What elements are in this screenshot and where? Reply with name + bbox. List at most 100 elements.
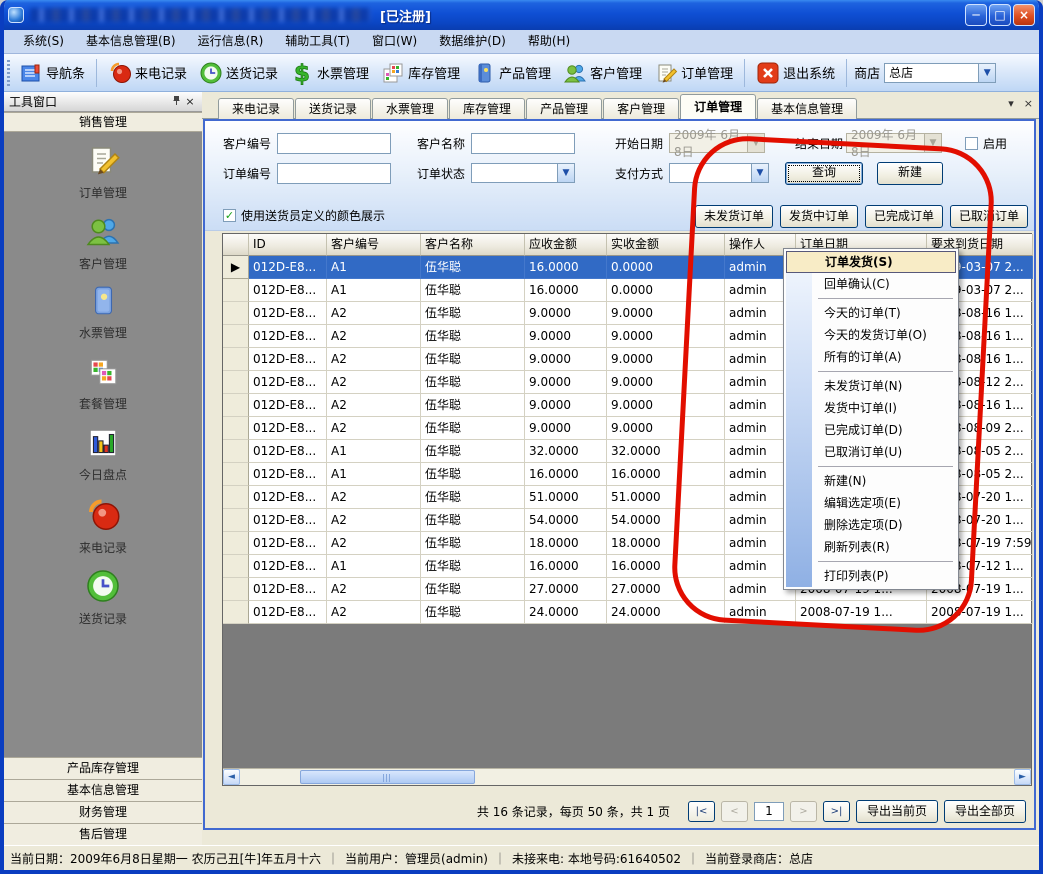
column-header[interactable]: 应收金额 [525,234,607,256]
customer-name-input[interactable] [471,133,575,154]
sidebar-group-button[interactable]: 产品库存管理 [4,757,202,779]
tab-item[interactable]: 送货记录 [295,98,371,119]
toolbar-button-orders[interactable]: 订单管理 [648,59,739,87]
column-header[interactable]: 实收金额 [607,234,725,256]
menubar-item[interactable]: 数据维护(D) [428,30,517,53]
tab-item[interactable]: 客户管理 [603,98,679,119]
row-selector[interactable] [223,601,249,624]
row-selector[interactable] [223,279,249,302]
row-selector[interactable] [223,302,249,325]
sidebar-item-call-log[interactable]: 来电记录 [43,497,163,559]
maximize-button[interactable]: □ [989,4,1011,26]
column-header[interactable]: 客户编号 [327,234,421,256]
sidebar-item-orders[interactable]: 订单管理 [43,142,163,204]
pay-method-select[interactable]: ▼ [669,163,769,183]
row-selector[interactable] [223,555,249,578]
tab-item[interactable]: 产品管理 [526,98,602,119]
sidebar-item-customers[interactable]: 客户管理 [43,213,163,275]
horizontal-scrollbar[interactable]: ◄ ► [223,768,1031,785]
row-selector[interactable] [223,348,249,371]
context-menu-item[interactable]: 删除选定项(D) [786,514,956,536]
tab-item[interactable]: 库存管理 [449,98,525,119]
minimize-button[interactable]: ─ [965,4,987,26]
sidebar-group-button[interactable]: 财务管理 [4,801,202,823]
context-menu-item[interactable]: 订单发货(S) [786,251,956,273]
sidebar-group-button[interactable]: 基本信息管理 [4,779,202,801]
table-row[interactable]: 012D-E8...A2伍华聪24.000024.0000admin2008-0… [223,601,1031,624]
tab-item[interactable]: 水票管理 [372,98,448,119]
toolbar-button-water-ticket[interactable]: $ 水票管理 [284,59,375,87]
order-status-filter-button[interactable]: 未发货订单 [695,205,773,228]
sidebar-section-sales[interactable]: 销售管理 [4,112,202,132]
order-no-input[interactable] [277,163,391,184]
tab-item[interactable]: 来电记录 [218,98,294,119]
row-selector[interactable] [223,532,249,555]
scroll-right-icon[interactable]: ► [1014,769,1031,785]
context-menu-item[interactable]: 未发货订单(N) [786,375,956,397]
menubar-item[interactable]: 运行信息(R) [187,30,275,53]
context-menu-item[interactable]: 今天的订单(T) [786,302,956,324]
context-menu-item[interactable]: 刷新列表(R) [786,536,956,558]
row-selector[interactable] [223,440,249,463]
query-button[interactable]: 查询 [785,162,863,185]
sidebar-item-delivery-log[interactable]: 送货记录 [43,568,163,630]
toolbar-grip[interactable] [7,60,10,86]
row-selector[interactable] [223,371,249,394]
row-selector[interactable] [223,463,249,486]
export-current-page-button[interactable]: 导出当前页 [856,800,938,823]
close-button[interactable]: × [1013,4,1035,26]
context-menu-item[interactable]: 发货中订单(I) [786,397,956,419]
tab-close-icon[interactable]: × [1024,97,1033,110]
order-status-filter-button[interactable]: 发货中订单 [780,205,858,228]
menubar-item[interactable]: 系统(S) [12,30,75,53]
pin-icon[interactable] [169,95,183,109]
row-selector[interactable] [223,417,249,440]
menubar-item[interactable]: 基本信息管理(B) [75,30,187,53]
prev-page-button[interactable]: < [721,801,748,822]
menubar-item[interactable]: 帮助(H) [517,30,581,53]
tab-list-dropdown-icon[interactable]: ▾ [1008,97,1014,110]
context-menu-item[interactable]: 所有的订单(A) [786,346,956,368]
customer-no-input[interactable] [277,133,391,154]
shop-select[interactable]: 总店 ▼ [884,63,996,83]
row-selector[interactable] [223,578,249,601]
toolbar-button-customers[interactable]: 客户管理 [557,59,648,87]
context-menu-item[interactable]: 回单确认(C) [786,273,956,295]
row-selector[interactable] [223,325,249,348]
close-icon[interactable]: × [183,95,197,108]
sidebar-item-combo[interactable]: 套餐管理 [43,355,163,417]
row-selector[interactable] [223,394,249,417]
toolbar-button-inventory[interactable]: 库存管理 [375,59,466,87]
sidebar-item-water-ticket[interactable]: 水票管理 [43,284,163,346]
toolbar-button-navigator[interactable]: 导航条 [13,59,91,87]
toolbar-button-delivery-log[interactable]: 送货记录 [193,59,284,87]
menubar-item[interactable]: 辅助工具(T) [274,30,361,53]
toolbar-button-products[interactable]: 产品管理 [466,59,557,87]
scroll-left-icon[interactable]: ◄ [223,769,240,785]
last-page-button[interactable]: >| [823,801,850,822]
delivery-color-checkbox[interactable]: ✓ [223,209,236,222]
context-menu-item[interactable]: 打印列表(P) [786,565,956,587]
column-header[interactable]: ID [249,234,327,256]
row-selector[interactable] [223,509,249,532]
order-status-select[interactable]: ▼ [471,163,575,183]
toolbar-button-exit[interactable]: 退出系统 [750,59,841,87]
tab-item[interactable]: 基本信息管理 [757,98,857,119]
menubar-item[interactable]: 窗口(W) [361,30,428,53]
context-menu-item[interactable]: 新建(N) [786,470,956,492]
first-page-button[interactable]: |< [688,801,715,822]
context-menu-item[interactable]: 编辑选定项(E) [786,492,956,514]
enable-checkbox[interactable] [965,137,978,150]
column-header[interactable]: 客户名称 [421,234,525,256]
end-date-picker[interactable]: 2009年 6月 8日 ▼ [846,133,942,153]
page-number-input[interactable] [754,802,784,821]
sidebar-item-daily-check[interactable]: 今日盘点 [43,426,163,488]
row-selector[interactable] [223,486,249,509]
toolbar-button-call-log[interactable]: 来电记录 [102,59,193,87]
export-all-pages-button[interactable]: 导出全部页 [944,800,1026,823]
context-menu-item[interactable]: 已取消订单(U) [786,441,956,463]
order-status-filter-button[interactable]: 已取消订单 [950,205,1028,228]
order-status-filter-button[interactable]: 已完成订单 [865,205,943,228]
context-menu-item[interactable]: 今天的发货订单(O) [786,324,956,346]
new-button[interactable]: 新建 [877,162,943,185]
